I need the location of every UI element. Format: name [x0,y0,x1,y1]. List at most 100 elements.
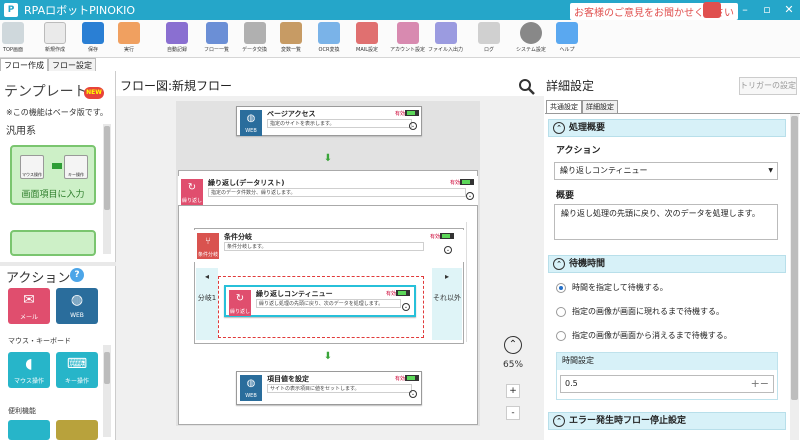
time-input[interactable]: 0.5 +− [560,375,774,393]
help-button[interactable]: ヘルプ [556,22,578,56]
branch-right-label: それ以外 [433,294,461,302]
node-title: 条件分岐 [224,233,252,241]
expand-icon[interactable]: ⌄ [466,192,474,200]
zoom-up-icon[interactable]: ⌃ [504,336,522,354]
node-title: 繰り返しコンティニュー [256,290,333,298]
action-select[interactable]: 繰り返しコンティニュー ▼ [554,162,778,180]
action-keyboard[interactable]: ⌨ キー操作 [56,352,98,388]
details-scrollbar[interactable] [790,114,799,440]
radio-wait-appear[interactable] [556,307,566,317]
arrow-right-icon [52,163,62,169]
action-label: アクション [556,146,601,156]
run-button[interactable]: 実行 [118,22,140,56]
save-button[interactable]: 保存 [82,22,104,56]
maximize-button[interactable]: ▫ [758,2,776,18]
flow-title: フロー図:新規フロー [120,79,233,93]
stepper-icon[interactable]: +− [751,376,769,392]
arrow-down-icon: ⬇ [323,351,333,362]
zoom-level: 65% [503,360,524,370]
window-title: RPAロボットPINOKIO [24,4,135,17]
tab-common-settings[interactable]: 共通設定 [546,100,582,113]
template-card-2[interactable] [10,230,96,256]
scroll-left-icon[interactable]: ◂ [196,272,218,281]
account-settings-button[interactable]: アカウント設定 [390,22,425,56]
section-overview[interactable]: ⌃ 処理概要 [548,119,786,137]
template-card[interactable]: マウス操作 キー操作 画面項目に入力 [10,145,96,205]
close-button[interactable]: ✕ [780,2,798,18]
action-heading: アクション [6,271,71,286]
radio-wait-time-label: 時間を指定して待機する。 [572,283,668,292]
section-utility: 便利機能 [8,407,36,415]
help-circle-icon[interactable]: ? [70,268,84,282]
details-scroll-thumb[interactable] [791,116,798,400]
top-screen-button[interactable]: TOP画面 [2,22,24,56]
envelope-icon [356,22,378,44]
enable-toggle[interactable] [396,290,410,296]
branch-left-label: 分岐1 [197,294,217,302]
data-exchange-button[interactable]: データ交換 [242,22,267,56]
auto-record-button[interactable]: 自動記録 [166,22,188,56]
beta-note: ※この機能はベータ版です。 [6,108,108,117]
database-icon [243,22,266,44]
enabled-flag: 有効 [395,376,406,382]
node-set-value[interactable]: ◍ WEB 項目値を設定 サイトの表示項目に値をセットします。 有効 ⌄ [236,371,422,405]
details-tabs: 共通設定 詳細設定 [546,100,618,113]
scroll-right-icon[interactable]: ▸ [432,272,462,281]
system-settings-button[interactable]: システム設定 [516,22,546,56]
run-icon [118,22,140,44]
zoom-in-button[interactable]: + [506,384,520,398]
node-condition[interactable]: ⑂ 条件分岐 条件分岐 条件分岐します。 有効 ⌄ [194,230,464,262]
panel-divider[interactable] [0,262,116,266]
summary-textarea[interactable]: 繰り返し処理の先頭に戻り、次のデータを処理します。 [554,204,778,240]
enable-toggle[interactable] [405,375,419,381]
action-web[interactable]: ◍ WEB [56,288,98,324]
file-io-button[interactable]: ファイル入出力 [428,22,463,56]
dropdown-caret-icon: ▼ [768,167,773,174]
action-mail[interactable]: ✉ メール [8,288,50,324]
mail-settings-button[interactable]: MAIL設定 [356,22,378,56]
ocr-button[interactable]: OCR変換 [318,22,340,56]
tab-flow-create[interactable]: フロー作成 [0,58,48,71]
variable-list-button[interactable]: 変数一覧 [280,22,302,56]
expand-icon[interactable]: ⌄ [402,303,410,311]
radio-wait-time[interactable] [556,283,566,293]
section-wait[interactable]: ⌃ 待機時間 [548,255,786,273]
enable-toggle[interactable] [440,233,454,239]
web-icon: ◍ WEB [240,110,262,136]
node-continue[interactable]: ↻ 繰り返し 繰り返しコンティニュー 繰り返し処理の先頭に戻り、次のデータを処理し… [224,285,416,317]
template-scroll-thumb[interactable] [104,126,110,210]
action-mouse[interactable]: ◖ マウス操作 [8,352,50,388]
action-utility-1[interactable] [8,420,50,440]
thumb-icon[interactable] [703,2,721,18]
log-button[interactable]: ログ [478,22,500,56]
radio-wait-disappear[interactable] [556,331,566,341]
chevron-up-icon: ⌃ [553,415,565,427]
canvas-v-scrollbar[interactable] [466,222,474,342]
zoom-out-button[interactable]: - [506,406,520,420]
node-desc: 条件分岐します。 [224,242,424,251]
action-scroll-thumb[interactable] [104,352,110,384]
tab-detail-settings[interactable]: 詳細設定 [582,100,618,113]
expand-icon[interactable]: ⌄ [409,122,417,130]
node-desc: サイトの表示項目に値をセットします。 [267,384,412,393]
radio-wait-disappear-label: 指定の画像が画面から消えるまで待機する。 [572,331,732,340]
template-category: 汎用系 [6,126,36,137]
flow-list-button[interactable]: フロー一覧 [204,22,229,56]
node-loop[interactable]: ↻ 繰り返し 繰り返し(データリスト) 指定のデータ件数分、繰り返します。 有効 … [178,176,478,206]
minimize-button[interactable]: – [736,2,754,18]
trigger-settings-button[interactable]: トリガーの設定 [739,77,797,95]
tab-flow-settings[interactable]: フロー設定 [48,58,96,71]
enable-toggle[interactable] [460,179,474,185]
expand-icon[interactable]: ⌄ [444,246,452,254]
node-desc: 指定のデータ件数分、繰り返します。 [208,188,466,197]
search-icon[interactable] [518,78,536,96]
action-utility-2[interactable] [56,420,98,440]
enable-toggle[interactable] [405,110,419,116]
top-screen-icon [2,22,24,44]
new-button[interactable]: 新規作成 [44,22,66,56]
expand-icon[interactable]: ⌄ [409,390,417,398]
enabled-flag: 有効 [395,111,406,117]
node-title: 繰り返し(データリスト) [208,179,285,187]
node-page-access[interactable]: ◍ WEB ページアクセス 指定のサイトを表示します。 有効 ⌄ [236,106,422,136]
section-error-stop[interactable]: ⌃ エラー発生時フロー停止設定 [548,412,786,430]
